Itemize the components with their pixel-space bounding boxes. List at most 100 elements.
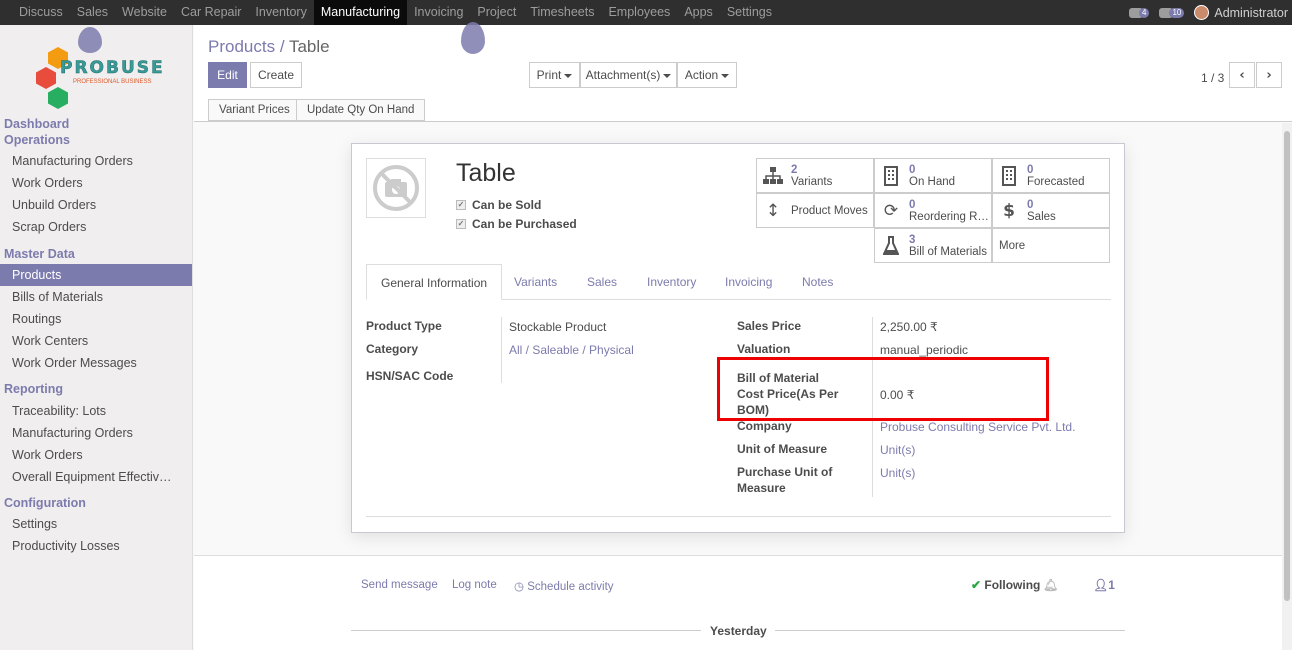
schedule-activity-button[interactable]: ◷ Schedule activity <box>514 579 614 593</box>
chatter: Send message Log note ◷ Schedule activit… <box>194 555 1282 650</box>
sidebar-item-scrap-orders[interactable]: Scrap Orders <box>0 216 192 238</box>
menu-project[interactable]: Project <box>470 0 523 25</box>
checkbox-checked-icon: ✓ <box>456 200 466 210</box>
attachments-label: Attachment(s) <box>585 68 661 82</box>
update-qty-button[interactable]: Update Qty On Hand <box>296 99 426 121</box>
menu-manufacturing[interactable]: Manufacturing <box>313 0 408 25</box>
pager-value[interactable]: 1 / 3 <box>1201 71 1224 85</box>
tab-sales[interactable]: Sales <box>573 264 631 300</box>
scrollbar[interactable] <box>1282 123 1292 650</box>
product-moves-smart-button[interactable]: ↕ Product Moves <box>756 193 874 228</box>
activities-menu[interactable]: 10 <box>1159 7 1185 18</box>
print-dropdown[interactable]: Print <box>529 62 580 88</box>
variant-prices-button[interactable]: Variant Prices <box>208 99 301 121</box>
menu-invoicing[interactable]: Invoicing <box>407 0 470 25</box>
pager-previous-button[interactable]: ‹ <box>1229 62 1255 88</box>
sidebar-item-traceability[interactable]: Traceability: Lots <box>0 400 192 422</box>
valuation-value[interactable]: manual_periodic <box>880 342 968 358</box>
menu-employees[interactable]: Employees <box>601 0 677 25</box>
send-message-button[interactable]: Send message <box>361 579 438 591</box>
bom-smart-button[interactable]: 3 Bill of Materials <box>874 228 992 263</box>
day-separator-line <box>351 630 701 631</box>
tab-invoicing[interactable]: Invoicing <box>711 264 786 300</box>
sidebar-item-work-order-messages[interactable]: Work Order Messages <box>0 352 192 374</box>
dollar-icon: $ <box>1003 200 1015 221</box>
sidebar: PROBUSE PROFESSIONAL BUSINESS Dashboard … <box>0 25 193 650</box>
day-separator-label: Yesterday <box>710 624 767 638</box>
menu-website[interactable]: Website <box>115 0 174 25</box>
caret-down-icon <box>663 73 672 78</box>
pager-next-button[interactable]: › <box>1256 62 1282 88</box>
reordering-smart-button[interactable]: ⟳ 0 Reordering R… <box>874 193 992 228</box>
sidebar-item-bills-of-materials[interactable]: Bills of Materials <box>0 286 192 308</box>
menu-sales[interactable]: Sales <box>70 0 115 25</box>
can-be-sold-checkbox[interactable]: ✓ Can be Sold <box>456 198 541 212</box>
sidebar-item-routings[interactable]: Routings <box>0 308 192 330</box>
action-label: Action <box>684 68 719 82</box>
menu-car-repair[interactable]: Car Repair <box>174 0 248 25</box>
category-value[interactable]: All / Saleable / Physical <box>509 342 634 358</box>
attachments-dropdown[interactable]: Attachment(s) <box>580 62 677 88</box>
action-dropdown[interactable]: Action <box>677 62 737 88</box>
product-image[interactable] <box>366 158 426 218</box>
sidebar-item-products[interactable]: Products <box>0 264 192 286</box>
building-icon <box>999 165 1019 187</box>
sidebar-item-unbuild-orders[interactable]: Unbuild Orders <box>0 194 192 216</box>
sidebar-item-report-work-orders[interactable]: Work Orders <box>0 444 192 466</box>
forecasted-smart-button[interactable]: 0 Forecasted <box>992 158 1110 193</box>
field-divider <box>501 317 502 383</box>
product-type-value[interactable]: Stockable Product <box>509 319 606 335</box>
checkbox-checked-icon: ✓ <box>456 219 466 229</box>
sidebar-item-settings[interactable]: Settings <box>0 513 192 535</box>
menu-apps[interactable]: Apps <box>677 0 720 25</box>
menu-timesheets[interactable]: Timesheets <box>523 0 601 25</box>
company-logo[interactable]: PROBUSE PROFESSIONAL BUSINESS <box>30 27 170 115</box>
arrows-vertical-icon: ↕ <box>765 200 781 221</box>
tab-variants[interactable]: Variants <box>500 264 571 300</box>
sales-label: Sales <box>1027 210 1056 223</box>
menu-settings[interactable]: Settings <box>720 0 779 25</box>
tab-general-information[interactable]: General Information <box>366 264 503 300</box>
sidebar-item-productivity-losses[interactable]: Productivity Losses <box>0 535 192 557</box>
scrollbar-thumb[interactable] <box>1284 131 1290 601</box>
sidebar-item-report-manufacturing-orders[interactable]: Manufacturing Orders <box>0 422 192 444</box>
create-button[interactable]: Create <box>250 62 302 88</box>
sidebar-item-oee[interactable]: Overall Equipment Effectiv… <box>0 466 192 488</box>
messages-menu[interactable]: 4 <box>1129 7 1150 18</box>
product-type-label: Product Type <box>366 319 442 333</box>
variants-smart-button[interactable]: 2 Variants <box>756 158 874 193</box>
uom-value[interactable]: Unit(s) <box>880 442 915 458</box>
can-be-purchased-checkbox[interactable]: ✓ Can be Purchased <box>456 217 577 231</box>
sales-smart-button[interactable]: $ 0 Sales <box>992 193 1110 228</box>
sales-price-value[interactable]: 2,250.00 ₹ <box>880 319 938 335</box>
menu-inventory[interactable]: Inventory <box>248 0 313 25</box>
on-hand-smart-button[interactable]: 0 On Hand <box>874 158 992 193</box>
notebook-tabs: General Information Variants Sales Inven… <box>366 264 1111 300</box>
breadcrumb-current: Table <box>288 37 330 56</box>
edit-button[interactable]: Edit <box>208 62 247 88</box>
variants-label: Variants <box>791 175 833 188</box>
chevron-right-icon: › <box>1266 68 1272 83</box>
sidebar-dashboard[interactable]: Dashboard <box>4 117 69 131</box>
company-value[interactable]: Probuse Consulting Service Pvt. Ltd. <box>880 419 1075 435</box>
variants-count: 2 <box>791 163 798 176</box>
following-button[interactable]: ✔ Following <box>971 578 1040 592</box>
log-note-button[interactable]: Log note <box>452 579 497 591</box>
caret-down-icon <box>721 73 730 78</box>
bell-icon[interactable]: 🔔︎ <box>1043 578 1058 592</box>
tab-inventory[interactable]: Inventory <box>633 264 710 300</box>
sidebar-item-work-centers[interactable]: Work Centers <box>0 330 192 352</box>
can-be-purchased-label: Can be Purchased <box>472 217 577 231</box>
systray: 4 10 Administrator <box>1129 0 1288 25</box>
breadcrumb-products[interactable]: Products <box>208 37 275 56</box>
tab-notes[interactable]: Notes <box>788 264 847 300</box>
more-smart-button[interactable]: More <box>992 228 1110 263</box>
sidebar-item-manufacturing-orders[interactable]: Manufacturing Orders <box>0 150 192 172</box>
day-separator-line <box>775 630 1125 631</box>
user-menu[interactable]: Administrator <box>1194 5 1288 20</box>
menu-discuss[interactable]: Discuss <box>12 0 70 25</box>
followers-button[interactable]: 👤︎1 <box>1093 578 1115 592</box>
purchase-uom-value[interactable]: Unit(s) <box>880 465 915 481</box>
sidebar-item-work-orders[interactable]: Work Orders <box>0 172 192 194</box>
product-name[interactable]: Table <box>456 159 516 188</box>
